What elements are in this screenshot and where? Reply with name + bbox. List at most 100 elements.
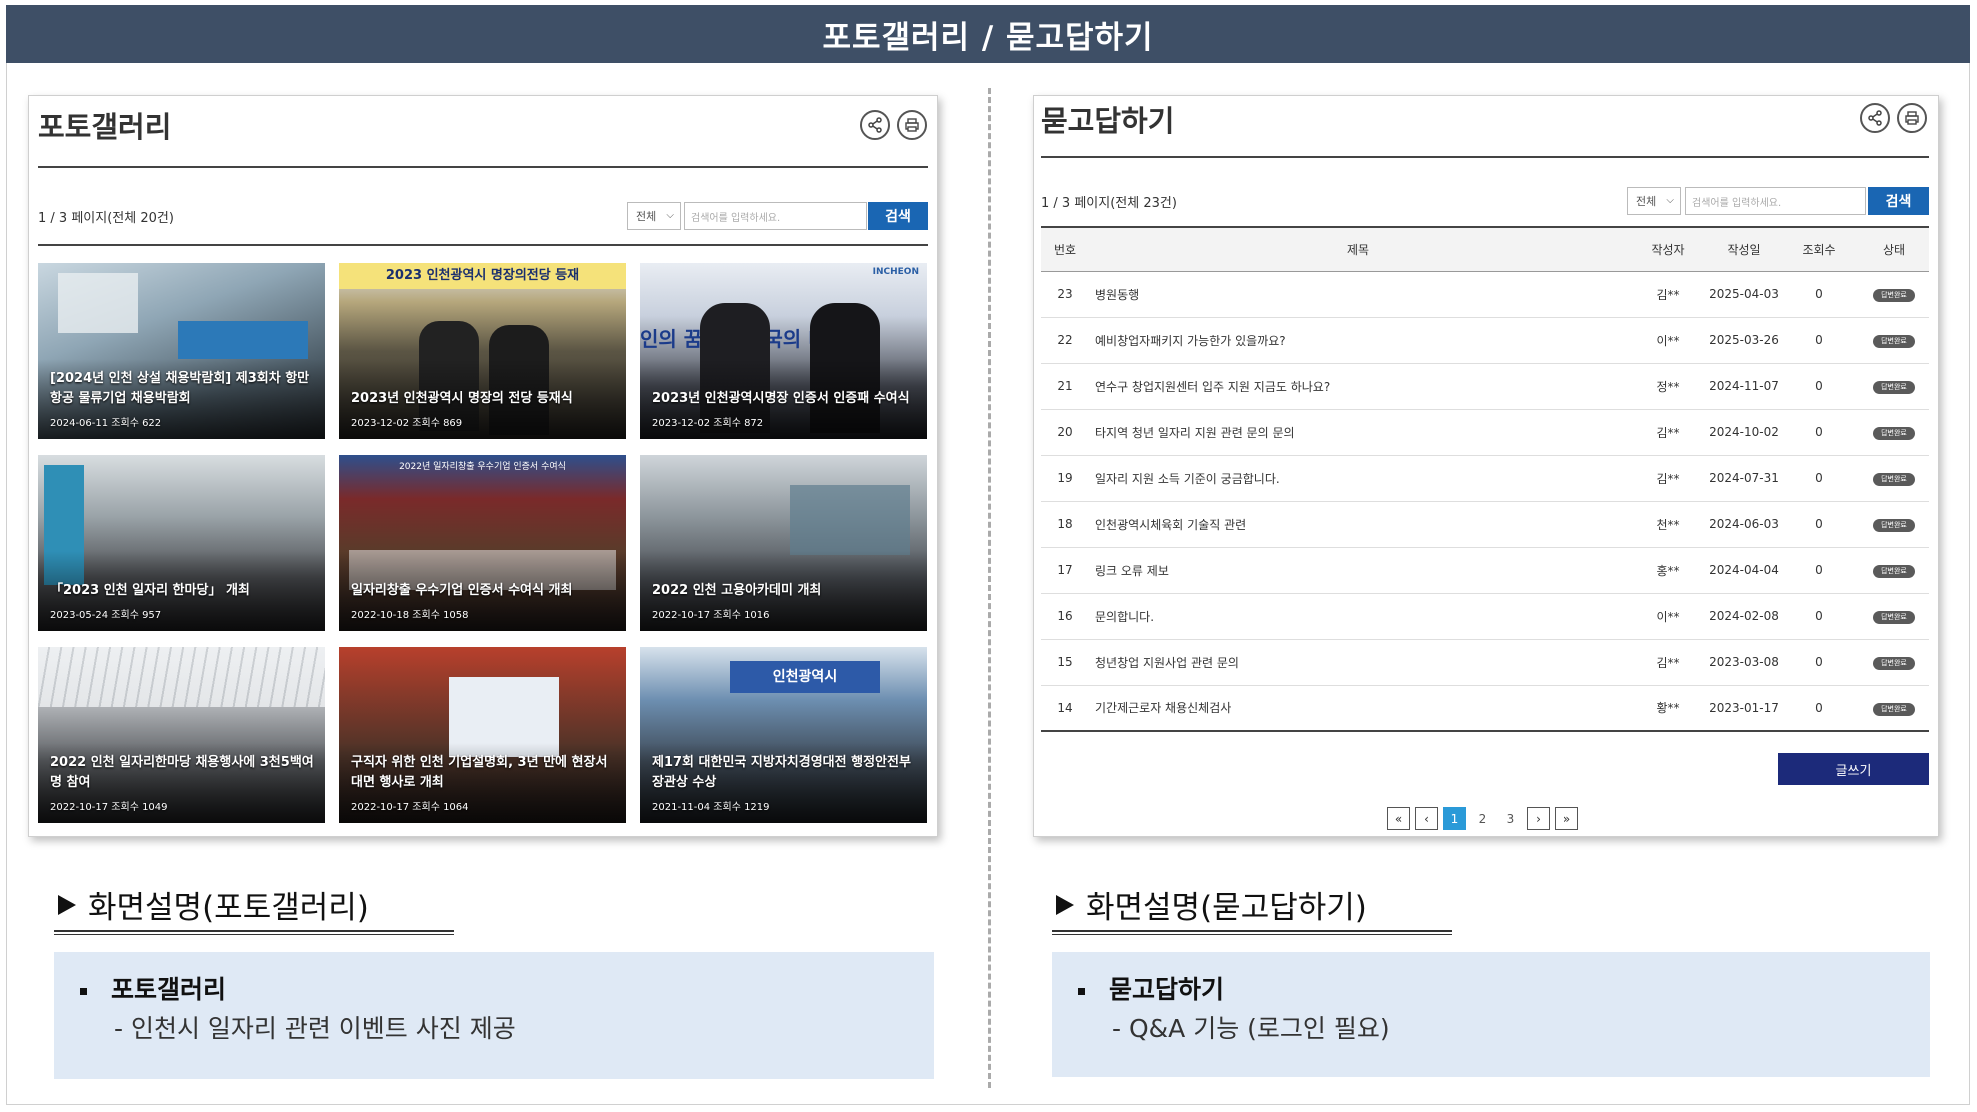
status-badge: 답변완료 — [1873, 611, 1915, 624]
pagination: « ‹ 1 2 3 › » — [1387, 807, 1578, 830]
photo-card[interactable]: 인천광역시 제17회 대한민국 지방자치경영대전 행정안전부 장관상 수상 20… — [640, 647, 927, 823]
qna-page-info: 1 / 3 페이지(전체 23건) — [1041, 196, 1177, 211]
photo-grid: [2024년 인천 상설 채용박람회] 제3회차 항만 항공 물류기업 채용박람… — [38, 263, 928, 823]
status-badge: 답변완료 — [1873, 381, 1915, 394]
status-badge: 답변완료 — [1873, 565, 1915, 578]
gallery-share-button[interactable] — [860, 110, 890, 140]
gallery-select-value: 전체 — [636, 210, 657, 223]
row-no: 19 — [1041, 455, 1089, 502]
photo-meta: 2022-10-18 조회수 1058 — [351, 610, 469, 621]
status-badge: 답변완료 — [1873, 657, 1915, 670]
photo-card[interactable]: 구직자 위한 인천 기업설명회, 3년 만에 현장서 대면 행사로 개최 202… — [339, 647, 626, 823]
qna-search-select[interactable]: 전체 ⌵ — [1627, 187, 1681, 215]
row-title-link[interactable]: 기간제근로자 채용신체검사 — [1089, 685, 1627, 732]
row-title-link[interactable]: 병원동행 — [1089, 271, 1627, 318]
row-title-link[interactable]: 링크 오류 제보 — [1089, 547, 1627, 594]
gallery-search-input[interactable]: 검색어를 입력하세요. — [684, 202, 867, 230]
row-author: 김** — [1627, 639, 1709, 686]
col-header-title: 제목 — [1089, 226, 1627, 272]
photo-title: 일자리창출 우수기업 인증서 수여식 개최 — [351, 583, 573, 598]
status-badge: 답변완료 — [1873, 702, 1915, 716]
row-author: 천** — [1627, 501, 1709, 548]
photo-banner: 2022년 일자리창출 우수기업 인증서 수여식 — [399, 462, 566, 472]
row-date: 2024-11-07 — [1709, 363, 1779, 410]
pager-last-button[interactable]: » — [1555, 807, 1578, 830]
row-title-link[interactable]: 청년창업 지원사업 관련 문의 — [1089, 639, 1627, 686]
table-row[interactable]: 18 인천광역시체육회 기술직 관련 천** 2024-06-03 0 답변완료 — [1041, 501, 1929, 548]
photo-meta: 2024-06-11 조회수 622 — [50, 418, 162, 429]
col-header-author: 작성자 — [1627, 226, 1709, 272]
photo-card[interactable]: [2024년 인천 상설 채용박람회] 제3회차 항만 항공 물류기업 채용박람… — [38, 263, 325, 439]
qna-search-button[interactable]: 검색 — [1868, 187, 1929, 215]
gallery-search-select[interactable]: 전체 ⌵ — [627, 202, 681, 230]
table-row[interactable]: 21 연수구 창업지원센터 입주 지원 지금도 하나요? 정** 2024-11-07… — [1041, 363, 1929, 410]
gallery-search-button[interactable]: 검색 — [868, 202, 928, 230]
row-title-link[interactable]: 인천광역시체육회 기술직 관련 — [1089, 501, 1627, 548]
gallery-page-info: 1 / 3 페이지(전체 20건) — [38, 211, 174, 226]
row-date: 2024-10-02 — [1709, 409, 1779, 456]
photo-card[interactable]: 2023 인천광역시 명장의전당 등재 2023년 인천광역시 명장의 전당 등… — [339, 263, 626, 439]
section-divider — [988, 88, 991, 1088]
pager-prev-button[interactable]: ‹ — [1415, 807, 1438, 830]
qna-title: 묻고답하기 — [1041, 104, 1175, 138]
photo-title: [2024년 인천 상설 채용박람회] 제3회차 항만 항공 물류기업 채용박람… — [50, 371, 310, 406]
photo-title: 2022 인천 일자리한마당 채용행사에 3천5백여 명 참여 — [50, 755, 314, 790]
row-title-link[interactable]: 연수구 창업지원센터 입주 지원 지금도 하나요? — [1089, 363, 1627, 410]
row-views: 0 — [1779, 685, 1859, 732]
gallery-title-rule — [38, 166, 928, 168]
qna-print-button[interactable] — [1897, 103, 1927, 133]
row-date: 2023-03-08 — [1709, 639, 1779, 686]
row-title-link[interactable]: 예비창업자패키지 가능한가 있을까요? — [1089, 317, 1627, 364]
qna-table: 번호 제목 작성자 작성일 조회수 상태 23 병원동행 김** 2025-04-03… — [1041, 226, 1929, 732]
row-views: 0 — [1779, 593, 1859, 640]
table-row[interactable]: 20 타지역 청년 일자리 지원 관련 문의 문의 김** 2024-10-02 0 답변… — [1041, 409, 1929, 456]
row-no: 18 — [1041, 501, 1089, 548]
pager-page-3[interactable]: 3 — [1499, 807, 1522, 830]
photo-title: 제17회 대한민국 지방자치경영대전 행정안전부 장관상 수상 — [652, 755, 911, 790]
gallery-print-button[interactable] — [897, 110, 927, 140]
qna-desc-underline — [1052, 930, 1452, 935]
row-title-link[interactable]: 문의합니다. — [1089, 593, 1627, 640]
row-author: 김** — [1627, 409, 1709, 456]
qna-share-button[interactable] — [1860, 103, 1890, 133]
photo-card[interactable]: 2022년 일자리창출 우수기업 인증서 수여식 일자리창출 우수기업 인증서 … — [339, 455, 626, 631]
chevron-down-icon: ⌵ — [666, 210, 674, 221]
row-title-link[interactable]: 일자리 지원 소득 기준이 궁금합니다. — [1089, 455, 1627, 502]
table-row[interactable]: 17 링크 오류 제보 홍** 2024-04-04 0 답변완료 — [1041, 547, 1929, 594]
photo-meta: 2023-12-02 조회수 869 — [351, 418, 463, 429]
print-icon — [905, 118, 919, 132]
pager-page-2[interactable]: 2 — [1471, 807, 1494, 830]
row-date: 2024-06-03 — [1709, 501, 1779, 548]
col-header-views: 조회수 — [1779, 226, 1859, 272]
table-row[interactable]: 15 청년창업 지원사업 관련 문의 김** 2023-03-08 0 답변완료 — [1041, 639, 1929, 686]
row-views: 0 — [1779, 363, 1859, 410]
pager-page-1[interactable]: 1 — [1443, 807, 1466, 830]
row-author: 홍** — [1627, 547, 1709, 594]
print-icon — [1905, 111, 1919, 125]
table-row[interactable]: 16 문의합니다. 이** 2024-02-08 0 답변완료 — [1041, 593, 1929, 640]
photo-card[interactable]: 「2023 인천 일자리 한마당」 개최 2023-05-24 조회수 957 — [38, 455, 325, 631]
row-title-link[interactable]: 타지역 청년 일자리 지원 관련 문의 문의 — [1089, 409, 1627, 456]
qna-title-rule — [1041, 156, 1929, 158]
row-no: 23 — [1041, 271, 1089, 318]
table-row[interactable]: 19 일자리 지원 소득 기준이 궁금합니다. 김** 2024-07-31 0 답변완료 — [1041, 455, 1929, 502]
pager-first-button[interactable]: « — [1387, 807, 1410, 830]
pager-next-button[interactable]: › — [1527, 807, 1550, 830]
row-views: 0 — [1779, 639, 1859, 686]
row-author: 황** — [1627, 685, 1709, 732]
table-row[interactable]: 23 병원동행 김** 2025-04-03 0 답변완료 — [1041, 271, 1929, 318]
gallery-desc-underline — [54, 930, 454, 935]
table-row[interactable]: 14 기간제근로자 채용신체검사 황** 2023-01-17 0 답변완료 — [1041, 685, 1929, 732]
row-views: 0 — [1779, 455, 1859, 502]
qna-search-input[interactable]: 검색어를 입력하세요. — [1685, 187, 1866, 215]
table-row[interactable]: 22 예비창업자패키지 가능한가 있을까요? 이** 2025-03-26 0 답변완료 — [1041, 317, 1929, 364]
photo-card[interactable]: 2022 인천 일자리한마당 채용행사에 3천5백여 명 참여 2022-10-… — [38, 647, 325, 823]
row-date: 2025-03-26 — [1709, 317, 1779, 364]
col-header-status: 상태 — [1859, 226, 1929, 272]
photo-card[interactable]: INCHEON 인의 꿈 대한민국의 미래 2023년 인천광역시명장 인증서 … — [640, 263, 927, 439]
gallery-desc-item: 포토갤러리 — [80, 970, 226, 1006]
photo-card[interactable]: 2022 인천 고용아카데미 개최 2022-10-17 조회수 1016 — [640, 455, 927, 631]
write-button[interactable]: 글쓰기 — [1778, 753, 1929, 785]
col-header-date: 작성일 — [1709, 226, 1779, 272]
row-no: 21 — [1041, 363, 1089, 410]
